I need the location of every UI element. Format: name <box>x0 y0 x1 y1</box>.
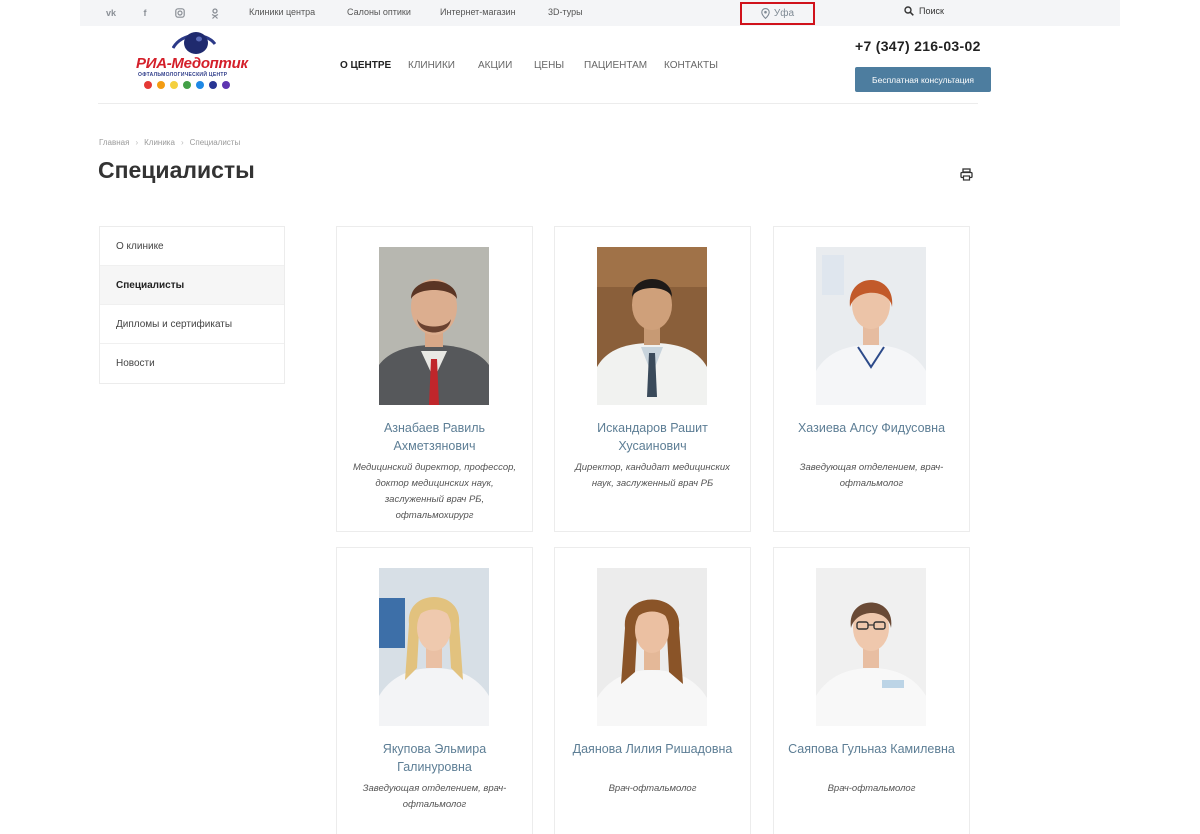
nav-prices[interactable]: Цены <box>534 60 564 71</box>
breadcrumb-separator: › <box>135 138 139 147</box>
breadcrumb-current: Специалисты <box>189 138 241 147</box>
nav-promotions[interactable]: Акции <box>478 60 512 71</box>
search-icon <box>904 6 914 16</box>
logo-brand-text: РИА-Медоптик <box>136 55 248 72</box>
specialist-photo[interactable] <box>597 568 707 726</box>
eye-logo-icon <box>172 32 216 54</box>
sidemenu-item-about-clinic[interactable]: О клинике <box>100 227 284 266</box>
specialist-photo[interactable] <box>379 247 489 405</box>
sidemenu-item-news[interactable]: Новости <box>100 344 284 383</box>
nav-patients[interactable]: Пациентам <box>584 60 647 71</box>
toplink-clinics[interactable]: Клиники центра <box>249 7 315 17</box>
specialist-role: Врач-офтальмолог <box>608 783 697 794</box>
specialist-role: Медицинский директор, профессор, доктор … <box>352 462 517 521</box>
logo-dot <box>144 81 152 89</box>
sidemenu-item-specialists[interactable]: Специалисты <box>100 266 284 305</box>
logo-dot <box>196 81 204 89</box>
search-label: Поиск <box>919 6 944 16</box>
toplink-shop[interactable]: Интернет-магазин <box>440 7 516 17</box>
specialist-card[interactable]: Искандаров Рашит Хусаинович Директор, ка… <box>554 226 751 532</box>
toplink-optics[interactable]: Салоны оптики <box>347 7 411 17</box>
side-menu: О клинике Специалисты Дипломы и сертифик… <box>99 226 285 384</box>
logo-dot <box>183 81 191 89</box>
specialist-name[interactable]: Даянова Лилия Ришадовна <box>563 740 742 758</box>
specialist-card[interactable]: Саяпова Гульназ Камилевна Врач-офтальмол… <box>773 547 970 834</box>
site-logo[interactable]: РИА-Медоптик ОФТАЛЬМОЛОГИЧЕСКИЙ ЦЕНТР <box>134 28 248 96</box>
specialist-photo[interactable] <box>816 568 926 726</box>
specialist-name[interactable]: Якупова Эльмира Галинуровна <box>345 740 524 776</box>
specialist-role: Заведующая отделением, врач-офтальмолог <box>362 783 507 810</box>
specialist-card[interactable]: Азнабаев Равиль Ахметзянович Медицинский… <box>336 226 533 532</box>
vk-icon[interactable]: vk <box>104 6 118 20</box>
top-bar: vk f Клиники центра Салоны оптики Интерн… <box>80 0 1120 26</box>
specialist-card[interactable]: Якупова Эльмира Галинуровна Заведующая о… <box>336 547 533 834</box>
odnoklassniki-icon[interactable] <box>208 6 222 20</box>
page-title: Специалисты <box>98 157 255 183</box>
specialist-role: Врач-офтальмолог <box>827 783 916 794</box>
free-consultation-button[interactable]: Бесплатная консультация <box>855 67 991 92</box>
logo-dot <box>209 81 217 89</box>
specialist-name[interactable]: Хазиева Алсу Фидусовна <box>782 419 961 437</box>
header-divider <box>98 103 978 104</box>
breadcrumb-separator: › <box>180 138 184 147</box>
specialist-card[interactable]: Хазиева Алсу Фидусовна Заведующая отделе… <box>773 226 970 532</box>
toplink-3d-tours[interactable]: 3D-туры <box>548 7 583 17</box>
nav-contacts[interactable]: Контакты <box>664 60 718 71</box>
city-selector[interactable]: Уфа <box>740 2 815 25</box>
specialist-name[interactable]: Искандаров Рашит Хусаинович <box>563 419 742 455</box>
logo-dot <box>170 81 178 89</box>
specialist-name[interactable]: Азнабаев Равиль Ахметзянович <box>345 419 524 455</box>
specialist-role: Директор, кандидат медицинских наук, зас… <box>575 462 730 489</box>
city-label: Уфа <box>773 8 795 19</box>
logo-subtitle: ОФТАЛЬМОЛОГИЧЕСКИЙ ЦЕНТР <box>138 72 228 78</box>
instagram-icon[interactable] <box>173 6 187 20</box>
logo-dot <box>222 81 230 89</box>
logo-dot <box>157 81 165 89</box>
breadcrumb-home[interactable]: Главная <box>99 138 129 147</box>
nav-about[interactable]: О центре <box>340 60 391 71</box>
specialist-photo[interactable] <box>816 247 926 405</box>
sidemenu-item-diplomas[interactable]: Дипломы и сертификаты <box>100 305 284 344</box>
facebook-icon[interactable]: f <box>138 6 152 20</box>
specialist-card[interactable]: Даянова Лилия Ришадовна Врач-офтальмолог <box>554 547 751 834</box>
specialist-role: Заведующая отделением, врач-офтальмолог <box>799 462 944 489</box>
specialist-photo[interactable] <box>379 568 489 726</box>
print-icon[interactable] <box>960 168 973 181</box>
logo-color-dots <box>144 81 230 89</box>
specialist-photo[interactable] <box>597 247 707 405</box>
breadcrumb: Главная › Клиника › Специалисты <box>99 138 240 147</box>
location-pin-icon <box>761 8 770 19</box>
specialist-name[interactable]: Саяпова Гульназ Камилевна <box>782 740 961 758</box>
breadcrumb-clinic[interactable]: Клиника <box>144 138 175 147</box>
search-button[interactable]: Поиск <box>904 6 944 16</box>
phone-number[interactable]: +7 (347) 216-03-02 <box>855 38 981 54</box>
nav-clinics[interactable]: Клиники <box>408 60 455 71</box>
